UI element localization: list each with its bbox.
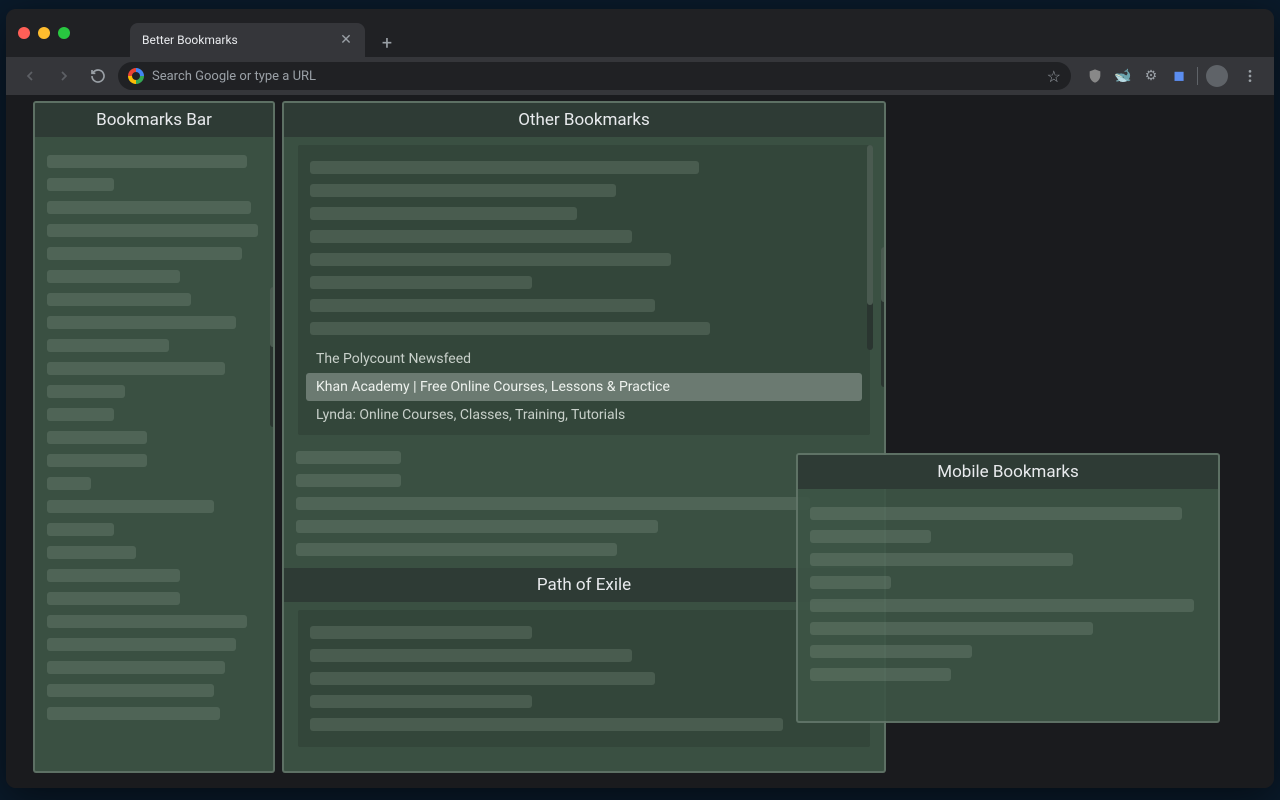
shield-icon[interactable]	[1085, 66, 1105, 86]
extension-icon[interactable]: ◼	[1169, 66, 1189, 86]
nested-folder: The Polycount Newsfeed Khan Academy | Fr…	[298, 145, 870, 435]
divider	[1197, 67, 1198, 85]
omnibox[interactable]: Search Google or type a URL ☆	[118, 62, 1071, 90]
whale-icon[interactable]: 🐋	[1113, 66, 1133, 86]
panel-body	[35, 137, 273, 771]
titlebar: Better Bookmarks ✕ +	[6, 9, 1274, 57]
panel-header: Other Bookmarks	[284, 103, 884, 137]
gear-icon[interactable]: ⚙	[1141, 66, 1161, 86]
panel-header: Bookmarks Bar	[35, 103, 273, 137]
new-tab-button[interactable]: +	[373, 29, 401, 57]
mobile-bookmarks-panel[interactable]: Mobile Bookmarks	[796, 453, 1220, 723]
omnibox-placeholder: Search Google or type a URL	[152, 69, 316, 84]
browser-window: Better Bookmarks ✕ + Search Google or ty…	[6, 9, 1274, 788]
tab-strip: Better Bookmarks ✕ +	[130, 9, 401, 57]
window-controls	[18, 27, 70, 39]
toolbar: Search Google or type a URL ☆ 🐋 ⚙ ◼	[6, 57, 1274, 95]
back-button[interactable]	[16, 62, 44, 90]
nested-folder	[298, 610, 870, 747]
profile-avatar[interactable]	[1206, 65, 1228, 87]
reload-button[interactable]	[84, 62, 112, 90]
panel-header: Mobile Bookmarks	[798, 455, 1218, 489]
tab-active[interactable]: Better Bookmarks ✕	[130, 23, 365, 57]
extension-icons: 🐋 ⚙ ◼	[1077, 62, 1264, 90]
page-content: Bookmarks Bar	[6, 95, 1274, 788]
sub-folder-header[interactable]: Path of Exile	[284, 568, 884, 602]
scrollbar-thumb[interactable]	[867, 145, 873, 305]
google-icon	[128, 68, 144, 84]
panel-body	[798, 489, 1218, 721]
bookmark-item-hovered[interactable]: Khan Academy | Free Online Courses, Less…	[306, 373, 862, 401]
scrollbar-thumb[interactable]	[270, 287, 273, 347]
close-icon[interactable]: ✕	[339, 33, 353, 47]
scrollbar-thumb[interactable]	[881, 247, 884, 302]
minimize-window-button[interactable]	[38, 27, 50, 39]
bookmarks-bar-panel[interactable]: Bookmarks Bar	[33, 101, 275, 773]
bookmark-star-icon[interactable]: ☆	[1047, 67, 1061, 86]
tab-title: Better Bookmarks	[142, 33, 238, 47]
bookmark-item[interactable]: The Polycount Newsfeed	[306, 345, 862, 373]
maximize-window-button[interactable]	[58, 27, 70, 39]
close-window-button[interactable]	[18, 27, 30, 39]
panel-body: The Polycount Newsfeed Khan Academy | Fr…	[284, 137, 884, 771]
forward-button[interactable]	[50, 62, 78, 90]
bookmark-item[interactable]: Lynda: Online Courses, Classes, Training…	[306, 401, 862, 429]
menu-button[interactable]	[1236, 62, 1264, 90]
